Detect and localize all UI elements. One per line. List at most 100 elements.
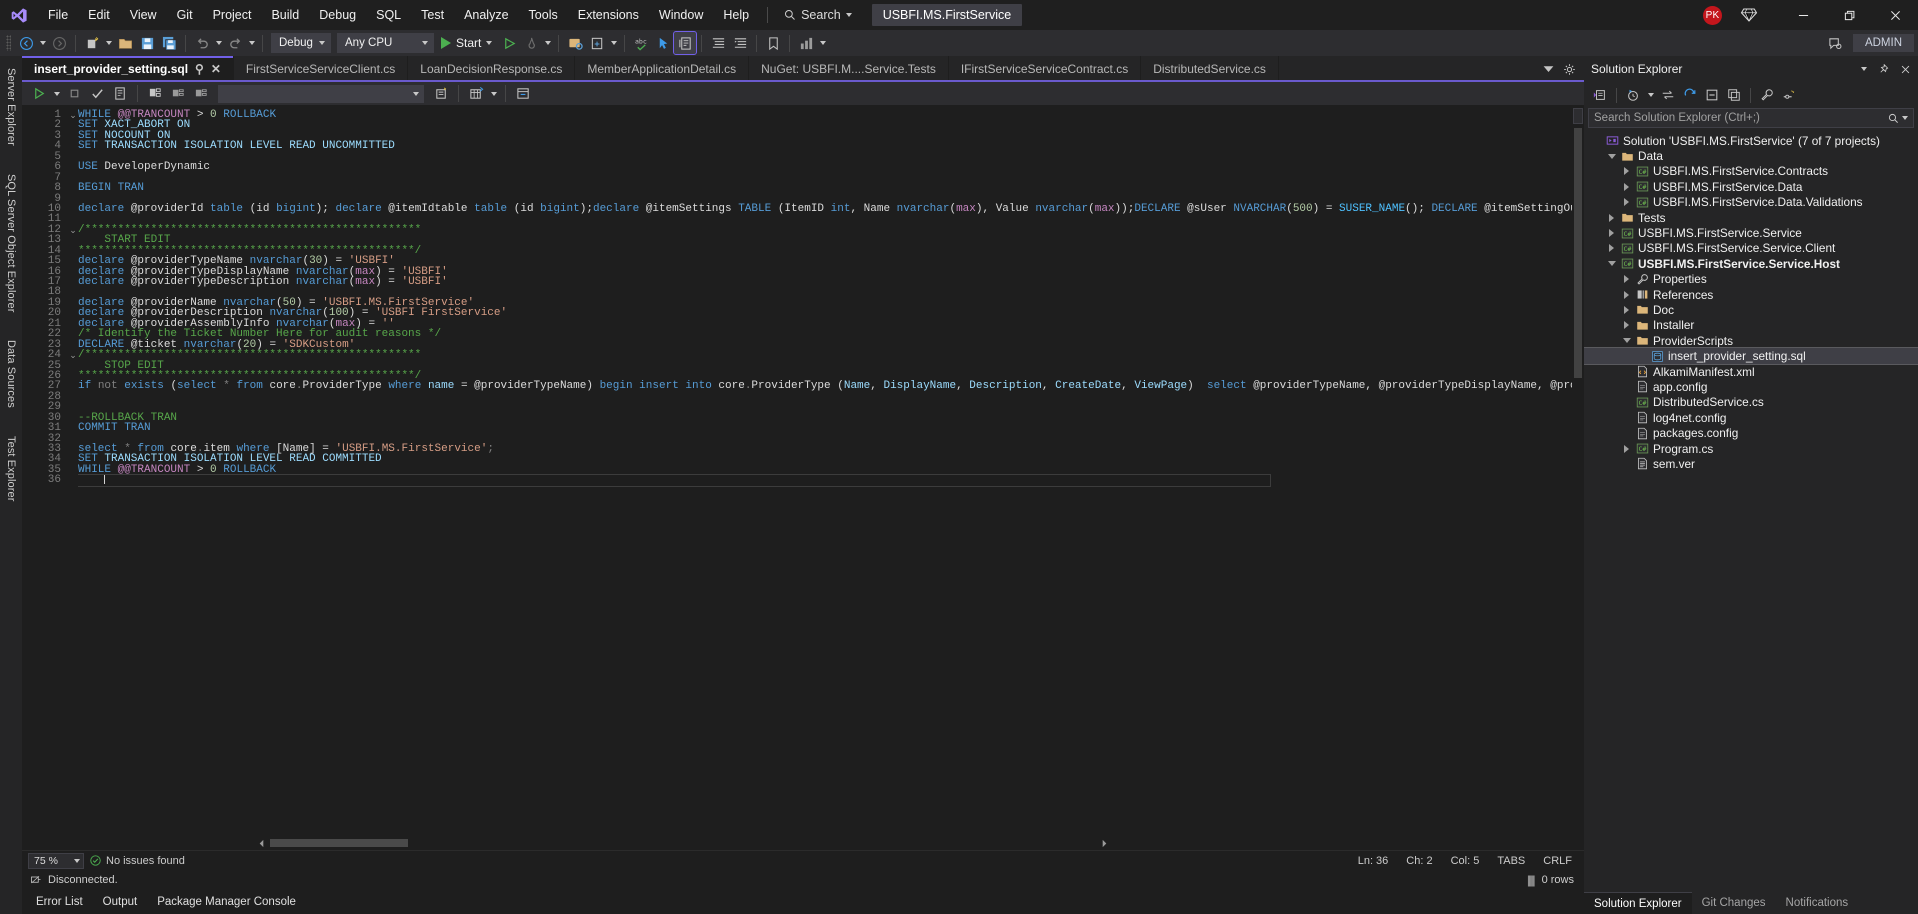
panel-tab-notifications[interactable]: Notifications xyxy=(1776,892,1859,914)
select-startup-item-button[interactable] xyxy=(586,32,608,54)
expand-chevron-icon[interactable] xyxy=(1620,290,1633,299)
menu-test[interactable]: Test xyxy=(411,0,454,30)
solution-tree[interactable]: Solution 'USBFI.MS.FirstService' (7 of 7… xyxy=(1584,131,1918,892)
tab-nuget-service-tests[interactable]: NuGet: USBFI.M....Service.Tests xyxy=(749,56,949,82)
fold-margin[interactable]: ⌄ ⌄ ⌄ xyxy=(68,106,78,836)
menu-help[interactable]: Help xyxy=(713,0,759,30)
close-icon[interactable]: ✕ xyxy=(211,63,221,75)
solution-views-icon[interactable] xyxy=(1590,85,1610,105)
redo-button[interactable] xyxy=(224,32,246,54)
tab-firstserviceserviceclient-cs[interactable]: FirstServiceServiceClient.cs xyxy=(234,56,409,82)
pending-changes-filter-icon[interactable] xyxy=(1623,85,1643,105)
vtab-server-explorer[interactable]: Server Explorer xyxy=(3,62,19,152)
avatar[interactable]: PK xyxy=(1703,5,1722,25)
pointer-select-button[interactable] xyxy=(652,32,674,54)
close-button[interactable] xyxy=(1872,0,1918,30)
expand-chevron-icon[interactable] xyxy=(1620,198,1633,207)
solution-platform-select[interactable]: Any CPU xyxy=(337,33,434,53)
tree-item[interactable]: C# USBFI.MS.FirstService.Service.Client xyxy=(1584,241,1918,256)
tab-loandecisionresponse-cs[interactable]: LoanDecisionResponse.cs xyxy=(408,56,576,82)
navigate-back-button[interactable] xyxy=(15,32,37,54)
tree-item[interactable]: AlkamiManifest.xml xyxy=(1584,364,1918,379)
code-text-area[interactable]: WHILE @@TRANCOUNT > 0 ROLLBACK SET XACT_A… xyxy=(78,106,1572,836)
tab-memberapplicationdetail-cs[interactable]: MemberApplicationDetail.cs xyxy=(575,56,750,82)
tree-item[interactable]: Properties xyxy=(1584,272,1918,287)
restore-button[interactable] xyxy=(1826,0,1872,30)
expand-chevron-icon[interactable] xyxy=(1605,213,1618,222)
bookmark-button[interactable] xyxy=(762,32,784,54)
expand-chevron-icon[interactable] xyxy=(1605,229,1618,238)
zoom-level-select[interactable]: 75 % xyxy=(28,852,84,869)
tree-item[interactable]: C# USBFI.MS.FirstService.Service xyxy=(1584,225,1918,240)
scrollbar-thumb[interactable] xyxy=(1574,128,1582,378)
menu-build[interactable]: Build xyxy=(261,0,309,30)
hscrollbar-thumb[interactable] xyxy=(270,839,408,847)
eol-indicator[interactable]: CRLF xyxy=(1543,855,1572,867)
expand-chevron-icon[interactable] xyxy=(1620,444,1633,453)
tree-item[interactable]: C# DistributedService.cs xyxy=(1584,395,1918,410)
menu-view[interactable]: View xyxy=(120,0,167,30)
search-input[interactable]: Search xyxy=(776,4,860,26)
menu-project[interactable]: Project xyxy=(203,0,262,30)
tab-list-icon[interactable] xyxy=(1542,63,1555,76)
save-button[interactable] xyxy=(136,32,158,54)
expand-chevron-icon[interactable] xyxy=(1620,275,1633,284)
expand-chevron-icon[interactable] xyxy=(1620,321,1633,330)
vtab-data-sources[interactable]: Data Sources xyxy=(3,334,19,414)
menu-file[interactable]: File xyxy=(38,0,78,30)
redo-dropdown[interactable] xyxy=(246,32,257,54)
menu-analyze[interactable]: Analyze xyxy=(454,0,518,30)
live-share-button[interactable] xyxy=(564,32,586,54)
show-all-files-icon[interactable] xyxy=(1724,85,1744,105)
menu-edit[interactable]: Edit xyxy=(78,0,120,30)
tab-insert-provider-setting-sql[interactable]: insert_provider_setting.sql ⚲ ✕ xyxy=(22,56,234,82)
code-editor[interactable]: 1 2 3 4 5 6 7 8 9 10 11 12 13 14 15 16 17 18 19 20 21 22 23 24 2… xyxy=(22,106,1584,836)
editor-vertical-scrollbar[interactable] xyxy=(1572,106,1584,836)
fold-toggle-icon[interactable]: ⌄ xyxy=(68,225,78,235)
vtab-test-explorer[interactable]: Test Explorer xyxy=(3,430,19,508)
tree-item[interactable]: packages.config xyxy=(1584,425,1918,440)
execute-dropdown[interactable] xyxy=(51,83,62,105)
tree-item[interactable]: Solution 'USBFI.MS.FirstService' (7 of 7… xyxy=(1584,133,1918,148)
solution-name-chip[interactable]: USBFI.MS.FirstService xyxy=(871,4,1023,26)
object-browser-button[interactable] xyxy=(729,32,751,54)
results-to-grid-button[interactable] xyxy=(144,83,166,105)
bottom-tab-output[interactable]: Output xyxy=(103,896,138,908)
preview-selected-items-icon[interactable] xyxy=(1779,85,1799,105)
tree-item[interactable]: Doc xyxy=(1584,302,1918,317)
tree-item[interactable]: C# USBFI.MS.FirstService.Contracts xyxy=(1584,164,1918,179)
startup-item-dropdown[interactable] xyxy=(608,32,619,54)
toggle-solution-explorer-button[interactable] xyxy=(673,31,698,55)
tree-item[interactable]: Installer xyxy=(1584,318,1918,333)
menu-tools[interactable]: Tools xyxy=(519,0,568,30)
scroll-right-icon[interactable] xyxy=(1100,839,1109,848)
navigate-back-dropdown[interactable] xyxy=(37,32,48,54)
table-grid-dropdown[interactable] xyxy=(488,83,499,105)
vtab-sql-server-object-explorer[interactable]: SQL Server Object Explorer xyxy=(3,168,19,319)
chevron-down-icon[interactable] xyxy=(1902,116,1908,120)
pin-icon[interactable]: ⚲ xyxy=(195,63,204,75)
expand-chevron-icon[interactable] xyxy=(1620,167,1633,176)
diamond-icon[interactable] xyxy=(1740,6,1758,24)
properties-window-button[interactable] xyxy=(707,32,729,54)
panel-menu-chevron-icon[interactable] xyxy=(1861,67,1867,71)
show-table-grid-button[interactable] xyxy=(465,83,487,105)
properties-wrench-icon[interactable] xyxy=(1757,85,1777,105)
panel-tab-git-changes[interactable]: Git Changes xyxy=(1692,892,1776,914)
new-project-button[interactable] xyxy=(81,32,103,54)
sync-with-active-document-icon[interactable] xyxy=(1658,85,1678,105)
tree-item[interactable]: C# USBFI.MS.FirstService.Data xyxy=(1584,179,1918,194)
start-without-debugging-button[interactable] xyxy=(498,32,520,54)
tree-item[interactable]: C# USBFI.MS.FirstService.Service.Host xyxy=(1584,256,1918,271)
refresh-icon[interactable] xyxy=(1680,85,1700,105)
tree-item[interactable]: Tests xyxy=(1584,210,1918,225)
hot-reload-button[interactable] xyxy=(520,32,542,54)
undo-button[interactable] xyxy=(191,32,213,54)
tree-item[interactable]: log4net.config xyxy=(1584,410,1918,425)
spell-check-button[interactable]: abc xyxy=(630,32,652,54)
tree-item[interactable]: ProviderScripts xyxy=(1584,333,1918,348)
save-all-button[interactable] xyxy=(158,32,180,54)
fold-toggle-icon[interactable]: ⌄ xyxy=(68,350,78,360)
menu-extensions[interactable]: Extensions xyxy=(568,0,649,30)
collapse-chevron-icon[interactable] xyxy=(1605,153,1618,159)
